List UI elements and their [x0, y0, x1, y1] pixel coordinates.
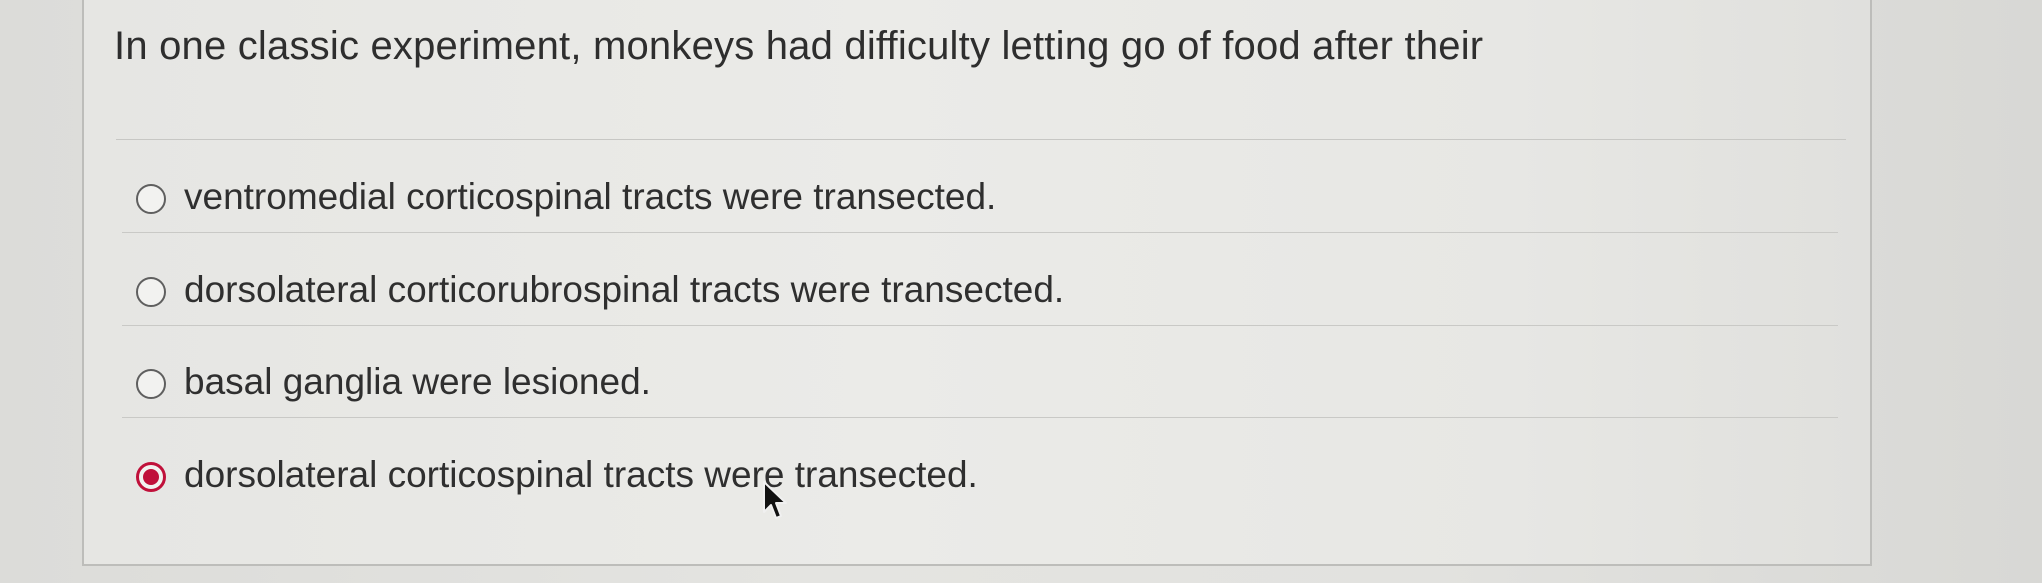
option-d-label: dorsolateral corticospinal tracts were t…: [184, 454, 978, 495]
mouse-pointer-icon: [763, 481, 787, 519]
radio-button-d-selected[interactable]: [136, 462, 166, 492]
screen: In one classic experiment, monkeys had d…: [0, 0, 2042, 583]
radio-button-b[interactable]: [136, 277, 166, 307]
radio-button-c[interactable]: [136, 369, 166, 399]
option-divider: [122, 325, 1838, 326]
option-c[interactable]: basal ganglia were lesioned.: [122, 355, 1842, 418]
question-divider: [116, 139, 1846, 140]
option-divider: [122, 417, 1838, 418]
question-text: In one classic experiment, monkeys had d…: [114, 24, 1484, 68]
option-divider: [122, 232, 1838, 233]
question-card: In one classic experiment, monkeys had d…: [82, 0, 1872, 566]
option-b[interactable]: dorsolateral corticorubrospinal tracts w…: [122, 263, 1842, 326]
radio-button-a[interactable]: [136, 184, 166, 214]
option-b-label: dorsolateral corticorubrospinal tracts w…: [184, 269, 1065, 310]
option-a-label: ventromedial corticospinal tracts were t…: [184, 176, 997, 217]
option-a[interactable]: ventromedial corticospinal tracts were t…: [122, 170, 1842, 233]
option-d[interactable]: dorsolateral corticospinal tracts were t…: [122, 448, 1842, 506]
option-c-label: basal ganglia were lesioned.: [184, 361, 651, 402]
